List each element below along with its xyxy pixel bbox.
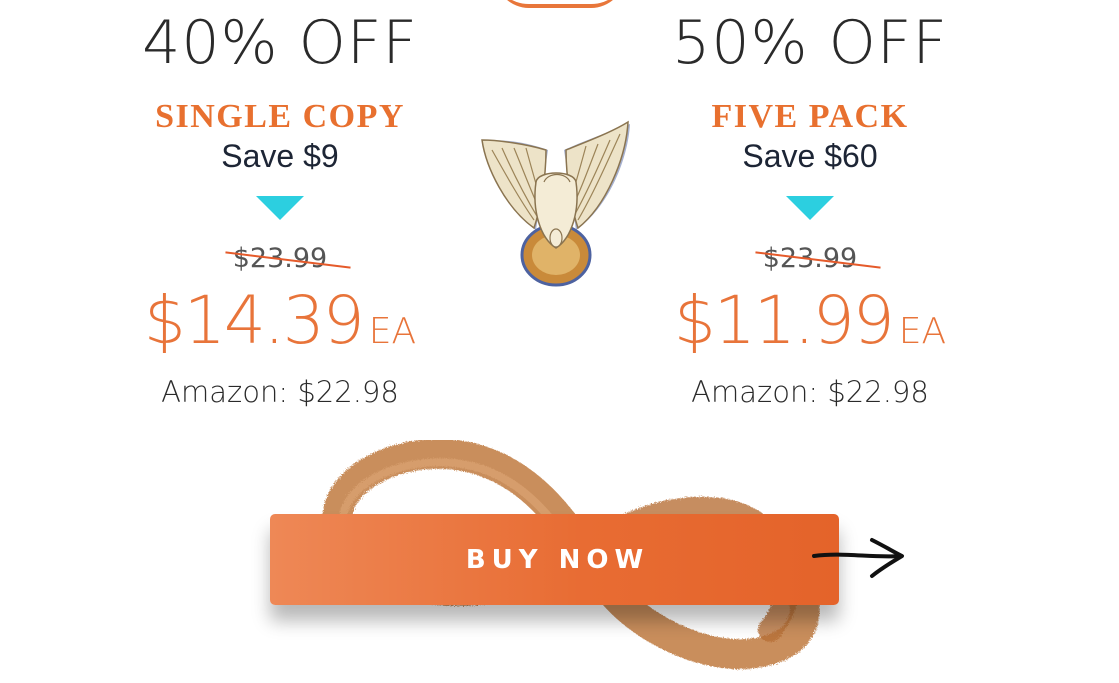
- amazon-comparison: Amazon: $22.98: [161, 375, 399, 409]
- offer-five-pack: 50% OFF FIVE PACK Save $60 $23.99 $11.99…: [600, 0, 1020, 410]
- original-price-row: $23.99: [600, 242, 1020, 280]
- offer-title: SINGLE COPY: [155, 98, 405, 135]
- discount-label: 50% OFF: [672, 8, 948, 78]
- down-triangle-icon: [256, 196, 304, 220]
- sale-price: $14.39: [143, 282, 365, 359]
- price-unit: EA: [368, 311, 417, 352]
- original-price: $23.99: [755, 242, 881, 276]
- discount-label: 40% OFF: [142, 8, 418, 78]
- sale-price: $11.99: [673, 282, 895, 359]
- offer-single-copy: 40% OFF SINGLE COPY Save $9 $23.99 $14.3…: [70, 0, 490, 410]
- savings-text: Save $60: [742, 138, 878, 174]
- buy-now-button[interactable]: BUY NOW: [270, 514, 839, 605]
- price-unit: EA: [898, 311, 947, 352]
- original-price-row: $23.99: [70, 242, 490, 280]
- offer-title: FIVE PACK: [711, 98, 909, 135]
- amazon-comparison: Amazon: $22.98: [691, 375, 929, 409]
- down-triangle-icon: [786, 196, 834, 220]
- original-price: $23.99: [225, 242, 351, 276]
- price-row: $11.99 EA: [600, 284, 1020, 376]
- arrow-right-icon: [812, 538, 904, 578]
- price-row: $14.39 EA: [70, 284, 490, 376]
- buy-now-label: BUY NOW: [465, 544, 650, 575]
- savings-text: Save $9: [221, 138, 339, 174]
